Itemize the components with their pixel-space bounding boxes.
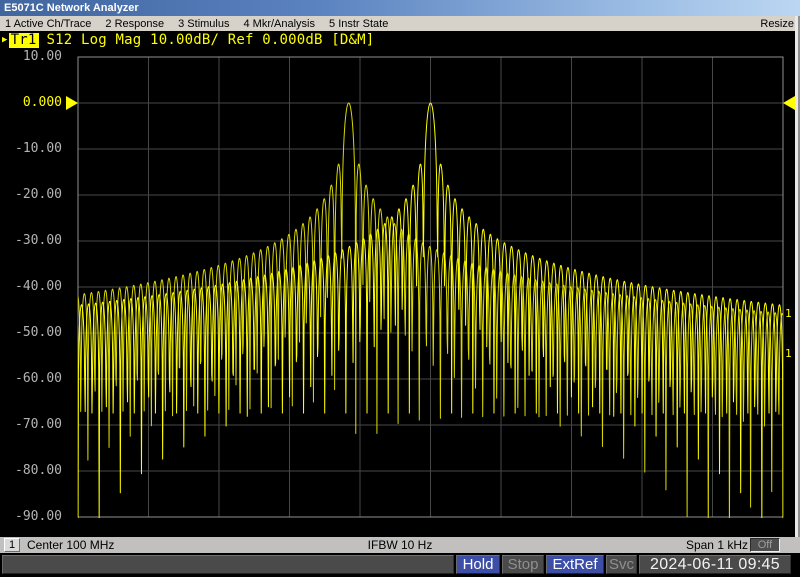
window-title: E5071C Network Analyzer <box>4 2 139 14</box>
menu-item-3[interactable]: 3 Stimulus <box>171 18 236 30</box>
active-trace-arrow-icon: ▶ <box>2 32 8 48</box>
ref-level-marker-right[interactable] <box>783 96 795 110</box>
status-datetime: 2024-06-11 09:45 <box>639 555 791 574</box>
menu-items: 1 Active Ch/Trace2 Response3 Stimulus4 M… <box>0 18 395 30</box>
trace-end-number-label: 1 <box>785 307 792 320</box>
ref-level-marker-left[interactable] <box>66 96 78 110</box>
stimulus-span-label: Span 1 kHz <box>686 538 748 552</box>
status-extref-badge: ExtRef <box>546 555 604 574</box>
plot-area: 11 <box>0 31 800 537</box>
trace-format-text: S12 Log Mag 10.00dB/ Ref 0.000dB [D&M] <box>47 33 375 48</box>
sweep-indicator-off-badge: Off <box>750 538 780 552</box>
trace-end-number-label: 1 <box>785 347 792 360</box>
trace-number-chip[interactable]: Tr1 <box>9 33 39 48</box>
instrument-status-bar: Hold Stop ExtRef Svc 2024-06-11 09:45 <box>0 555 800 574</box>
ifbw-label: IFBW 10 Hz <box>0 538 800 552</box>
window-title-bar[interactable]: E5071C Network Analyzer <box>0 0 800 16</box>
plot-grid <box>78 57 783 517</box>
status-stop-badge: Stop <box>502 555 544 574</box>
channel-status-bar: 1 Center 100 MHz IFBW 10 Hz Span 1 kHz O… <box>0 537 800 553</box>
menu-bar: 1 Active Ch/Trace2 Response3 Stimulus4 M… <box>0 16 800 31</box>
status-message-area <box>2 555 454 574</box>
menu-item-5[interactable]: 5 Instr State <box>322 18 395 30</box>
menu-item-2[interactable]: 2 Response <box>98 18 171 30</box>
status-hold-badge: Hold <box>456 555 500 574</box>
trace-status-line[interactable]: ▶ Tr1 S12 Log Mag 10.00dB/ Ref 0.000dB [… <box>2 32 374 48</box>
status-svc-badge: Svc <box>606 555 637 574</box>
menu-item-4[interactable]: 4 Mkr/Analysis <box>236 18 322 30</box>
menu-item-1[interactable]: 1 Active Ch/Trace <box>0 18 98 30</box>
